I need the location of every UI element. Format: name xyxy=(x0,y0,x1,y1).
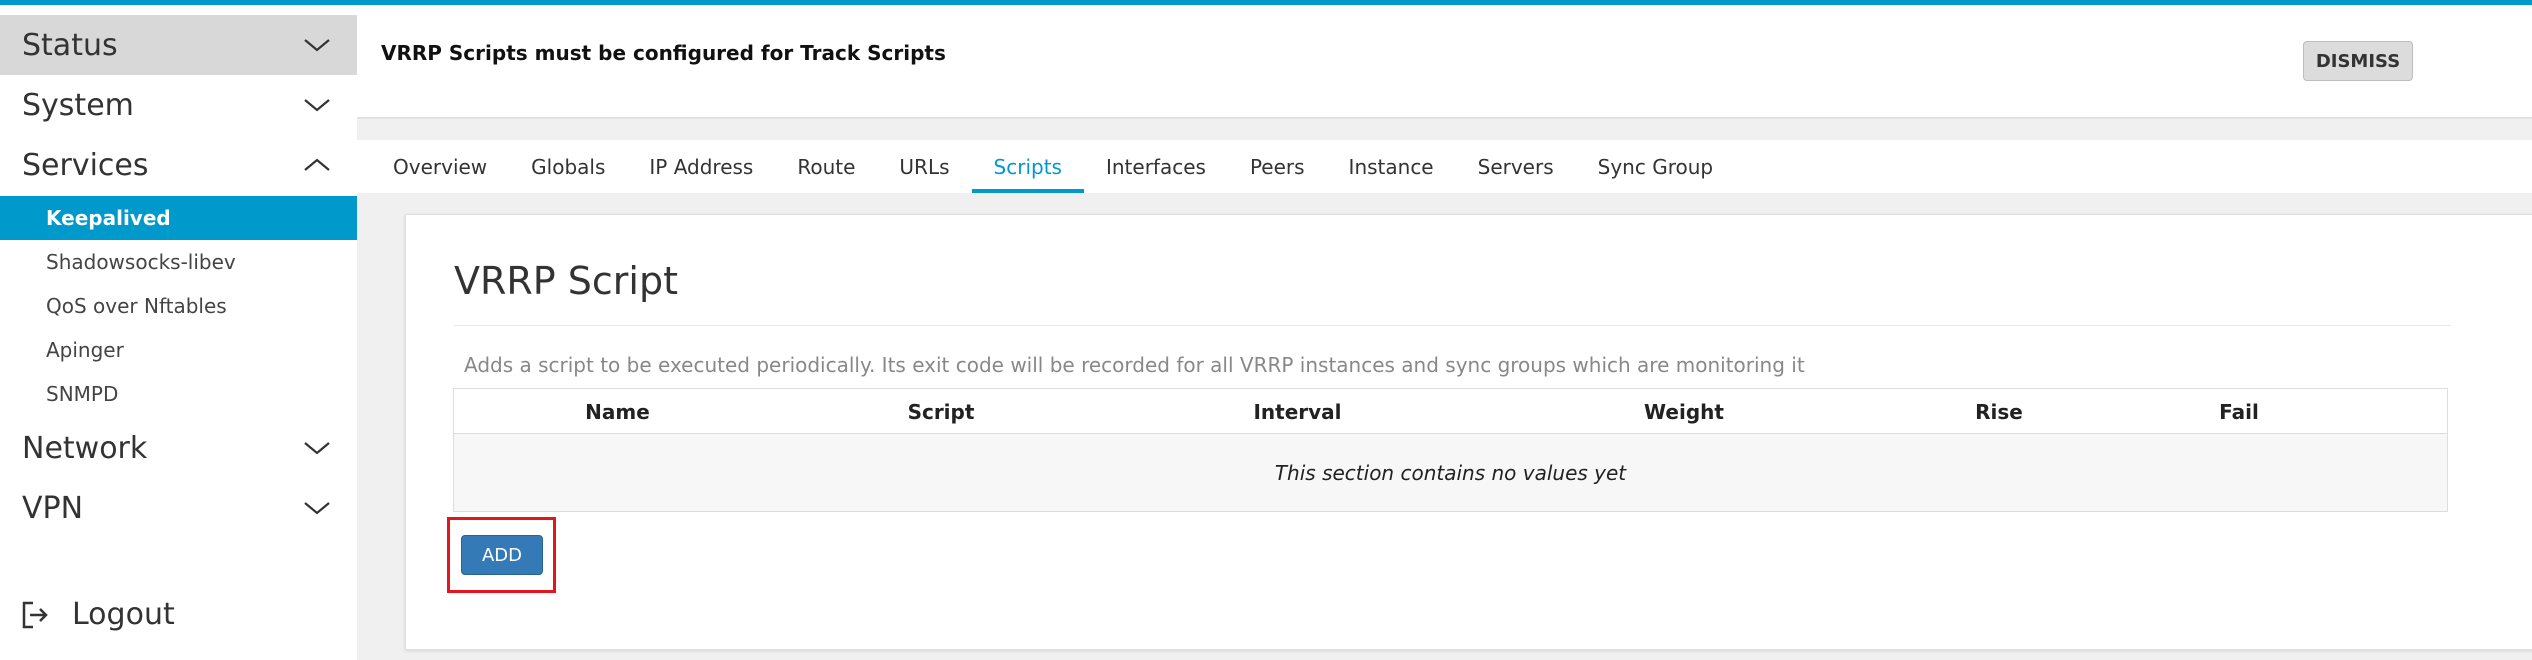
chevron-down-icon xyxy=(304,99,330,112)
main-content: VRRP Scripts must be configured for Trac… xyxy=(357,5,2532,660)
sidebar-subitem-shadowsocks[interactable]: Shadowsocks-libev xyxy=(0,240,357,284)
tab-bar: Overview Globals IP Address Route URLs S… xyxy=(357,140,2532,193)
sidebar-subitem-qos[interactable]: QoS over Nftables xyxy=(0,284,357,328)
sidebar-subitem-keepalived[interactable]: Keepalived xyxy=(0,196,357,240)
sidebar-item-label: VPN xyxy=(22,490,84,526)
chevron-down-icon xyxy=(304,502,330,515)
tab-instance[interactable]: Instance xyxy=(1327,140,1456,193)
scripts-table: Name Script Interval Weight Rise Fail Th… xyxy=(453,388,2448,512)
tab-globals[interactable]: Globals xyxy=(509,140,627,193)
tab-sync-group[interactable]: Sync Group xyxy=(1576,140,1735,193)
column-header-interval: Interval xyxy=(1253,399,1342,424)
tab-interfaces[interactable]: Interfaces xyxy=(1084,140,1228,193)
table-empty-message: This section contains no values yet xyxy=(454,434,2447,511)
logout-link[interactable]: Logout xyxy=(20,597,175,632)
tab-route[interactable]: Route xyxy=(775,140,877,193)
logout-label: Logout xyxy=(72,597,175,632)
chevron-down-icon xyxy=(304,39,330,52)
section-description: Adds a script to be executed periodicall… xyxy=(464,353,1805,377)
sidebar-item-vpn[interactable]: VPN xyxy=(0,478,357,538)
section-title: VRRP Script xyxy=(454,259,679,303)
sidebar-item-system[interactable]: System xyxy=(0,75,357,135)
section-divider xyxy=(454,325,2451,326)
sidebar-item-label: Status xyxy=(22,27,118,63)
table-header: Name Script Interval Weight Rise Fail xyxy=(454,389,2447,434)
sidebar-item-network[interactable]: Network xyxy=(0,418,357,478)
column-header-fail: Fail xyxy=(2219,399,2259,424)
alert-message: VRRP Scripts must be configured for Trac… xyxy=(381,41,946,65)
sidebar-item-label: Network xyxy=(22,430,148,466)
tab-overview[interactable]: Overview xyxy=(371,140,509,193)
tab-peers[interactable]: Peers xyxy=(1228,140,1327,193)
sidebar-item-status[interactable]: Status xyxy=(0,15,357,75)
tab-servers[interactable]: Servers xyxy=(1456,140,1576,193)
sidebar-subitem-snmpd[interactable]: SNMPD xyxy=(0,372,357,416)
sidebar-subitem-apinger[interactable]: Apinger xyxy=(0,328,357,372)
chevron-up-icon xyxy=(304,158,330,171)
chevron-down-icon xyxy=(304,442,330,455)
sidebar-item-label: Services xyxy=(22,147,149,183)
logout-icon xyxy=(22,601,48,628)
column-header-name: Name xyxy=(585,399,650,424)
column-header-rise: Rise xyxy=(1975,399,2023,424)
sidebar-item-services[interactable]: Services xyxy=(0,135,357,195)
column-header-weight: Weight xyxy=(1644,399,1724,424)
sidebar-item-label: System xyxy=(22,87,134,123)
tab-urls[interactable]: URLs xyxy=(877,140,971,193)
dismiss-button[interactable]: DISMISS xyxy=(2303,41,2413,81)
tab-scripts[interactable]: Scripts xyxy=(971,140,1085,193)
column-header-script: Script xyxy=(907,399,975,424)
alert-banner: VRRP Scripts must be configured for Trac… xyxy=(357,5,2532,119)
sidebar: Status System Services Keepalived Shadow… xyxy=(0,5,357,660)
add-button[interactable]: ADD xyxy=(461,535,543,575)
tab-ip-address[interactable]: IP Address xyxy=(627,140,775,193)
